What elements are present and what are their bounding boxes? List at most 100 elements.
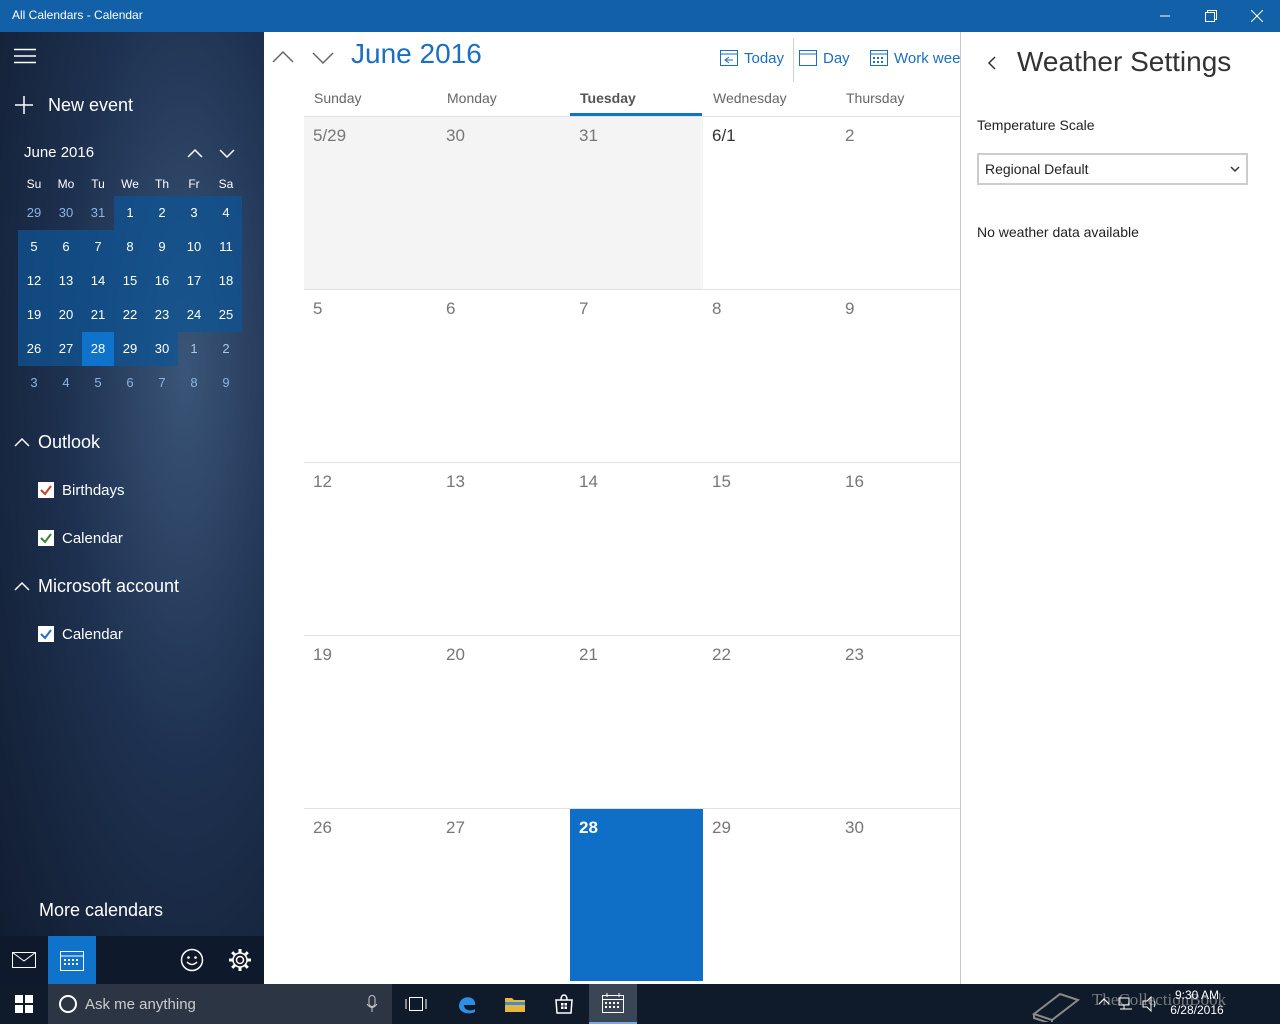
today-button[interactable]: Today <box>720 46 784 70</box>
minimize-button[interactable] <box>1142 0 1188 32</box>
mini-day[interactable]: 21 <box>82 298 114 332</box>
mini-day[interactable]: 20 <box>50 298 82 332</box>
group-toggle-microsoft-account[interactable]: Microsoft account <box>14 574 179 598</box>
chevron-up-icon[interactable] <box>1098 996 1110 1006</box>
mini-next-month-icon[interactable] <box>216 142 238 164</box>
temperature-scale-dropdown[interactable]: Regional Default <box>977 153 1248 185</box>
mini-prev-month-icon[interactable] <box>184 142 206 164</box>
mini-day[interactable]: 13 <box>50 264 82 298</box>
mini-day[interactable]: 16 <box>146 264 178 298</box>
day-cell[interactable]: 23 <box>836 635 960 808</box>
settings-button[interactable] <box>216 936 264 984</box>
calendar-item-microsoft-calendar[interactable]: Calendar <box>38 624 123 644</box>
day-cell[interactable]: 30 <box>437 116 570 289</box>
mini-day[interactable]: 1 <box>178 332 210 366</box>
volume-icon[interactable] <box>1142 996 1160 1012</box>
day-cell[interactable]: 2 <box>836 116 960 289</box>
mail-button[interactable] <box>0 936 48 984</box>
mini-day[interactable]: 8 <box>178 366 210 400</box>
mini-day[interactable]: 26 <box>18 332 50 366</box>
day-cell[interactable]: 7 <box>570 289 703 462</box>
day-cell[interactable]: 6/1 <box>703 116 836 289</box>
day-cell[interactable]: 5 <box>304 289 437 462</box>
store-button[interactable] <box>540 984 588 1024</box>
day-view-button[interactable]: Day <box>799 46 850 70</box>
microphone-icon[interactable] <box>366 995 378 1013</box>
day-cell-today[interactable]: 28 <box>570 808 703 981</box>
mini-day[interactable]: 2 <box>210 332 242 366</box>
mini-day[interactable]: 24 <box>178 298 210 332</box>
day-cell[interactable]: 22 <box>703 635 836 808</box>
mini-day[interactable]: 12 <box>18 264 50 298</box>
day-cell[interactable]: 9 <box>836 289 960 462</box>
mini-day[interactable]: 3 <box>18 366 50 400</box>
mini-day[interactable]: 18 <box>210 264 242 298</box>
day-cell[interactable]: 29 <box>703 808 836 981</box>
task-view-button[interactable] <box>392 984 440 1024</box>
mini-day[interactable]: 14 <box>82 264 114 298</box>
new-event-button[interactable]: New event <box>14 92 133 118</box>
day-cell[interactable]: 19 <box>304 635 437 808</box>
calendar-taskbar-button[interactable] <box>589 984 637 1024</box>
system-clock[interactable]: 9:30 AM 6/28/2016 <box>1168 988 1226 1018</box>
mini-day[interactable]: 9 <box>210 366 242 400</box>
mini-day[interactable]: 3 <box>178 196 210 230</box>
file-explorer-button[interactable] <box>491 984 539 1024</box>
group-toggle-outlook[interactable]: Outlook <box>14 430 100 454</box>
checkbox[interactable] <box>38 530 54 546</box>
day-cell[interactable]: 6 <box>437 289 570 462</box>
day-cell[interactable]: 14 <box>570 462 703 635</box>
back-arrow-icon[interactable] <box>983 54 1001 72</box>
more-calendars-link[interactable]: More calendars <box>39 900 163 921</box>
start-button[interactable] <box>0 984 48 1024</box>
edge-button[interactable] <box>443 984 491 1024</box>
hamburger-menu-icon[interactable] <box>14 48 36 64</box>
mini-day[interactable]: 11 <box>210 230 242 264</box>
work-week-view-button[interactable]: Work week <box>870 46 960 70</box>
previous-month-icon[interactable] <box>270 44 296 70</box>
day-cell[interactable]: 26 <box>304 808 437 981</box>
month-title[interactable]: June 2016 <box>351 38 482 70</box>
day-cell[interactable]: 15 <box>703 462 836 635</box>
mini-day[interactable]: 29 <box>114 332 146 366</box>
calendar-app-button[interactable] <box>48 936 96 984</box>
network-icon[interactable] <box>1118 996 1134 1012</box>
mini-day[interactable]: 1 <box>114 196 146 230</box>
calendar-item-birthdays[interactable]: Birthdays <box>38 480 125 500</box>
next-month-icon[interactable] <box>310 44 336 70</box>
day-cell[interactable]: 30 <box>836 808 960 981</box>
cortana-search-box[interactable]: Ask me anything <box>48 984 392 1024</box>
mini-day[interactable]: 30 <box>50 196 82 230</box>
mini-day[interactable]: 22 <box>114 298 146 332</box>
mini-day[interactable]: 5 <box>18 230 50 264</box>
mini-day[interactable]: 10 <box>178 230 210 264</box>
checkbox[interactable] <box>38 482 54 498</box>
mini-day[interactable]: 29 <box>18 196 50 230</box>
mini-day[interactable]: 27 <box>50 332 82 366</box>
day-cell[interactable]: 27 <box>437 808 570 981</box>
mini-calendar-title[interactable]: June 2016 <box>24 144 94 161</box>
mini-day[interactable]: 4 <box>210 196 242 230</box>
mini-day[interactable]: 7 <box>146 366 178 400</box>
mini-day[interactable]: 5 <box>82 366 114 400</box>
mini-day[interactable]: 2 <box>146 196 178 230</box>
day-cell[interactable]: 13 <box>437 462 570 635</box>
day-cell[interactable]: 21 <box>570 635 703 808</box>
calendar-item-outlook-calendar[interactable]: Calendar <box>38 528 123 548</box>
feedback-button[interactable] <box>168 936 216 984</box>
mini-day[interactable]: 19 <box>18 298 50 332</box>
day-cell[interactable]: 5/29 <box>304 116 437 289</box>
mini-day[interactable]: 7 <box>82 230 114 264</box>
mini-day[interactable]: 25 <box>210 298 242 332</box>
day-cell[interactable]: 31 <box>570 116 703 289</box>
mini-day[interactable]: 23 <box>146 298 178 332</box>
day-cell[interactable]: 12 <box>304 462 437 635</box>
close-button[interactable] <box>1234 0 1280 32</box>
mini-day[interactable]: 6 <box>114 366 146 400</box>
mini-day[interactable]: 31 <box>82 196 114 230</box>
mini-day[interactable]: 8 <box>114 230 146 264</box>
mini-day[interactable]: 4 <box>50 366 82 400</box>
mini-day[interactable]: 15 <box>114 264 146 298</box>
mini-day[interactable]: 9 <box>146 230 178 264</box>
day-cell[interactable]: 16 <box>836 462 960 635</box>
